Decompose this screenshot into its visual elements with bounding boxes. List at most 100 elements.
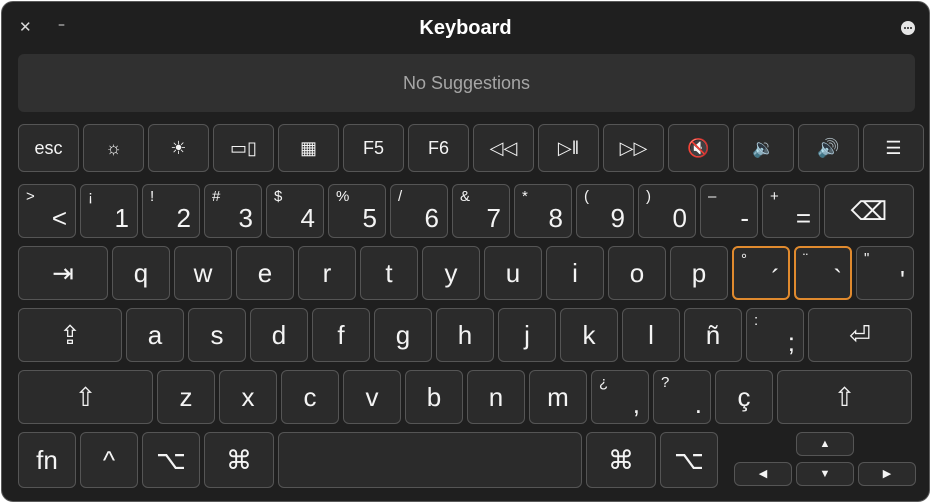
brightness-up-icon[interactable]: ☀: [148, 124, 209, 172]
arrow-left-icon[interactable]: ◀: [734, 462, 792, 486]
key-secondary-label: °: [741, 251, 747, 268]
key-label: ☼: [105, 138, 122, 158]
key-period[interactable]: ?.: [653, 370, 711, 424]
key-secondary-label: *: [522, 188, 528, 205]
key-y[interactable]: y: [422, 246, 480, 300]
key-label: b: [426, 382, 442, 412]
key-label: 5: [362, 203, 377, 233]
tab-icon[interactable]: ⇥: [18, 246, 108, 300]
key-label: 0: [672, 203, 687, 233]
key-label: ⇪: [59, 320, 81, 350]
key-n[interactable]: n: [467, 370, 525, 424]
key-v[interactable]: v: [343, 370, 401, 424]
key-2[interactable]: ! 2: [142, 184, 200, 238]
fast-forward-icon[interactable]: ▷▷: [603, 124, 664, 172]
key-label: ç: [737, 382, 751, 412]
list-icon[interactable]: ☰: [863, 124, 924, 172]
control-icon[interactable]: ^: [80, 432, 138, 488]
volume-up-icon[interactable]: 🔊: [798, 124, 859, 172]
key-q[interactable]: q: [112, 246, 170, 300]
key-g[interactable]: g: [374, 308, 432, 362]
caps-lock-icon[interactable]: ⇪: [18, 308, 122, 362]
key-acute[interactable]: ° ´: [732, 246, 790, 300]
key-x[interactable]: x: [219, 370, 277, 424]
key-h[interactable]: h: [436, 308, 494, 362]
key-t[interactable]: t: [360, 246, 418, 300]
key-secondary-label: ": [864, 250, 870, 267]
f5-key[interactable]: F5: [343, 124, 404, 172]
rewind-icon[interactable]: ◁◁: [473, 124, 534, 172]
command-right-icon[interactable]: ⌘: [586, 432, 656, 488]
play-pause-icon[interactable]: ▷‖: [538, 124, 599, 172]
key-minus[interactable]: – -: [700, 184, 758, 238]
space-bar[interactable]: [278, 432, 582, 488]
key-b[interactable]: b: [405, 370, 463, 424]
key-w[interactable]: w: [174, 246, 232, 300]
option-right-icon[interactable]: ⌥: [660, 432, 718, 488]
arrow-up-icon[interactable]: ▲: [796, 432, 854, 456]
delete-icon[interactable]: ⌫: [824, 184, 914, 238]
key-k[interactable]: k: [560, 308, 618, 362]
key-o[interactable]: o: [608, 246, 666, 300]
key-label: z: [179, 382, 193, 412]
key-c-cedilla[interactable]: ç: [715, 370, 773, 424]
key-semicolon[interactable]: :;: [746, 308, 804, 362]
launchpad-icon[interactable]: ▦: [278, 124, 339, 172]
key-secondary-label: %: [336, 188, 350, 205]
key-p[interactable]: p: [670, 246, 728, 300]
key-n-tilde[interactable]: ñ: [684, 308, 742, 362]
key-secondary-label: ¨: [803, 251, 808, 268]
key-label: F6: [427, 138, 449, 158]
key-less[interactable]: > <: [18, 184, 76, 238]
key-4[interactable]: $4: [266, 184, 324, 238]
key-i[interactable]: i: [546, 246, 604, 300]
key-z[interactable]: z: [157, 370, 215, 424]
key-0[interactable]: ) 0: [638, 184, 696, 238]
key-d[interactable]: d: [250, 308, 308, 362]
key-label: fn: [36, 445, 58, 475]
key-a[interactable]: a: [126, 308, 184, 362]
key-label: ▶: [882, 467, 892, 480]
fn-key[interactable]: fn: [18, 432, 76, 488]
key-label: d: [271, 320, 287, 350]
key-r[interactable]: r: [298, 246, 356, 300]
arrow-down-icon[interactable]: ▼: [796, 462, 854, 486]
key-6[interactable]: /6: [390, 184, 448, 238]
volume-down-icon[interactable]: 🔉: [733, 124, 794, 172]
option-left-icon[interactable]: ⌥: [142, 432, 200, 488]
shift-left-icon[interactable]: ⇧: [18, 370, 153, 424]
mute-icon[interactable]: 🔇: [668, 124, 729, 172]
key-9[interactable]: (9: [576, 184, 634, 238]
key-j[interactable]: j: [498, 308, 556, 362]
key-label: ,: [632, 389, 640, 419]
key-8[interactable]: * 8: [514, 184, 572, 238]
key-7[interactable]: & 7: [452, 184, 510, 238]
key-secondary-label: +: [770, 188, 779, 205]
mission-control-icon[interactable]: ▭▯: [213, 124, 274, 172]
key-5[interactable]: % 5: [328, 184, 386, 238]
key-e[interactable]: e: [236, 246, 294, 300]
key-label: ◁◁: [489, 138, 518, 158]
key-grave[interactable]: ¨ `: [794, 246, 852, 300]
key-label: e: [257, 258, 273, 288]
key-1[interactable]: ¡ 1: [80, 184, 138, 238]
key-label: 9: [610, 203, 625, 233]
key-comma[interactable]: ¿,: [591, 370, 649, 424]
key-l[interactable]: l: [622, 308, 680, 362]
command-left-icon[interactable]: ⌘: [204, 432, 274, 488]
key-u[interactable]: u: [484, 246, 542, 300]
f6-key[interactable]: F6: [408, 124, 469, 172]
key-m[interactable]: m: [529, 370, 587, 424]
brightness-down-icon[interactable]: ☼: [83, 124, 144, 172]
esc-key[interactable]: esc: [18, 124, 79, 172]
key-label: ▦: [299, 138, 317, 158]
shift-right-icon[interactable]: ⇧: [777, 370, 912, 424]
key-c[interactable]: c: [281, 370, 339, 424]
return-icon[interactable]: ⏎: [808, 308, 912, 362]
key-s[interactable]: s: [188, 308, 246, 362]
key-equals[interactable]: + =: [762, 184, 820, 238]
key-quote[interactable]: " ': [856, 246, 914, 300]
key-f[interactable]: f: [312, 308, 370, 362]
arrow-right-icon[interactable]: ▶: [858, 462, 916, 486]
key-3[interactable]: #3: [204, 184, 262, 238]
